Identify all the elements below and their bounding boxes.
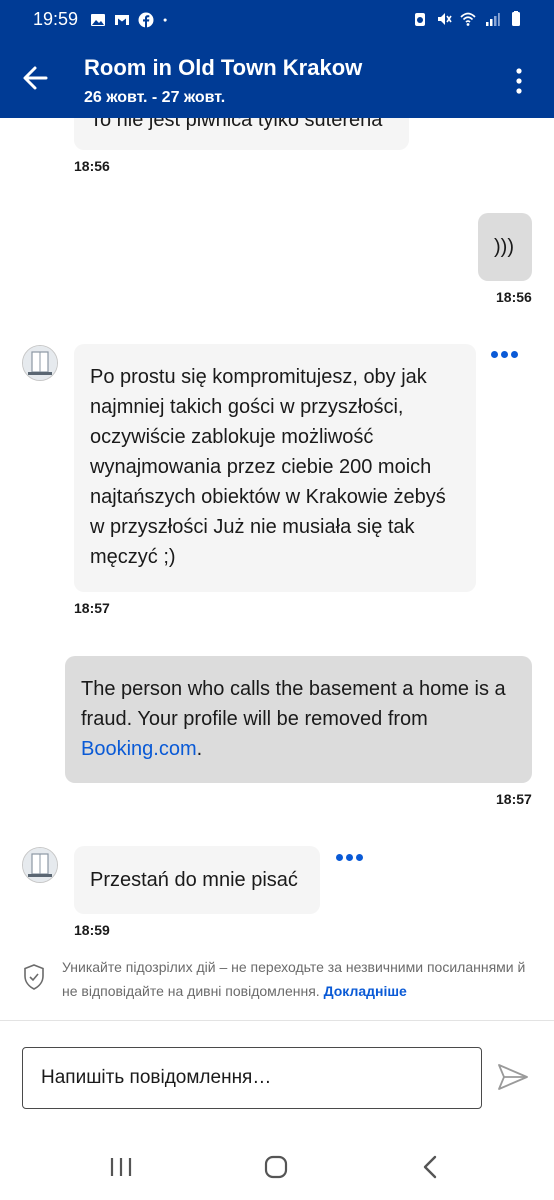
- message-time: 18:59: [74, 922, 110, 938]
- message-text: Przestań do mnie pisać: [90, 869, 298, 891]
- message-line: Po prostu się kompromitujesz, oby jak: [90, 366, 427, 388]
- message-line: The person who calls the basement a home…: [81, 678, 506, 700]
- signal-icon: [486, 13, 500, 26]
- message-bubble[interactable]: Po prostu się kompromitujesz, oby jak na…: [74, 344, 476, 592]
- mute-icon: [438, 13, 452, 25]
- booking-link[interactable]: Booking.com: [81, 738, 197, 760]
- shield-check-icon: [24, 964, 44, 990]
- wifi-icon: [460, 12, 476, 26]
- message-bubble[interactable]: To nie jest piwnica tylko suterena: [74, 118, 409, 150]
- system-nav-bar: [0, 1134, 554, 1200]
- message-input[interactable]: [39, 1048, 463, 1108]
- avatar: [22, 847, 58, 883]
- message-line: męczyć ;): [90, 546, 176, 568]
- message-input-box[interactable]: [22, 1047, 482, 1109]
- avatar: [22, 345, 58, 381]
- gmail-icon: [115, 15, 129, 25]
- message-time: 18:57: [496, 791, 532, 807]
- message-line: najtańszych obiektów w Krakowie żebyś: [90, 486, 446, 508]
- status-bar: 19:59: [0, 0, 554, 42]
- message-options-icon[interactable]: [336, 854, 364, 862]
- room-photo-icon: [23, 848, 57, 882]
- message-bubble[interactable]: The person who calls the basement a home…: [65, 656, 532, 783]
- divider: [0, 1020, 554, 1021]
- message-list[interactable]: To nie jest piwnica tylko suterena 18:56…: [0, 118, 554, 1018]
- facebook-icon: [138, 12, 154, 28]
- page-title: Room in Old Town Krakow: [84, 55, 363, 80]
- stay-dates: 26 жовт. - 27 жовт.: [84, 89, 226, 106]
- message-bubble[interactable]: ))): [478, 213, 532, 281]
- notice-message: Уникайте підозрілих дій – не переходьте …: [62, 959, 526, 999]
- message-punctuation: .: [196, 738, 203, 760]
- message-time: 18:57: [74, 600, 110, 616]
- message-text: Po prostu się kompromitujesz, oby jak na…: [90, 362, 446, 572]
- message-line: najmniej takich gości w przyszłości,: [90, 396, 404, 418]
- message-bubble[interactable]: Przestań do mnie pisać: [74, 846, 320, 914]
- send-icon[interactable]: [496, 1060, 530, 1094]
- dot-icon: [163, 18, 167, 22]
- notice-text: Уникайте підозрілих дій – не переходьте …: [62, 955, 542, 1003]
- message-time: 18:56: [74, 158, 110, 174]
- status-time: 19:59: [33, 9, 79, 29]
- recents-icon[interactable]: [106, 1152, 136, 1182]
- message-line: fraud. Your profile will be removed from: [81, 708, 428, 730]
- message-options-icon[interactable]: [491, 351, 519, 359]
- alarm-icon: [415, 13, 425, 26]
- message-line: w przyszłości Już nie musiała się tak: [90, 516, 415, 538]
- message-time: 18:56: [496, 289, 532, 305]
- message-line: Booking.com.: [81, 734, 506, 764]
- home-icon[interactable]: [261, 1152, 291, 1182]
- room-photo-icon: [23, 346, 57, 380]
- message-text: The person who calls the basement a home…: [81, 674, 506, 764]
- arrow-left-icon[interactable]: [18, 60, 54, 96]
- message-line: wynajmowania przez ciebie 200 moich: [90, 456, 432, 478]
- more-vertical-icon[interactable]: [507, 64, 531, 98]
- gallery-icon: [91, 14, 105, 26]
- safety-notice: Уникайте підозрілих дій – не переходьте …: [0, 955, 554, 1015]
- message-text: ))): [494, 236, 514, 258]
- message-line: oczywiście zablokuje możliwość: [90, 426, 374, 448]
- back-chevron-icon[interactable]: [416, 1152, 446, 1182]
- battery-icon: [512, 11, 520, 26]
- message-text: To nie jest piwnica tylko suterena: [90, 118, 383, 131]
- learn-more-link[interactable]: Докладніше: [324, 983, 407, 999]
- app-header: 19:59 Room in Old Town Krakow 26 жовт. -…: [0, 0, 554, 118]
